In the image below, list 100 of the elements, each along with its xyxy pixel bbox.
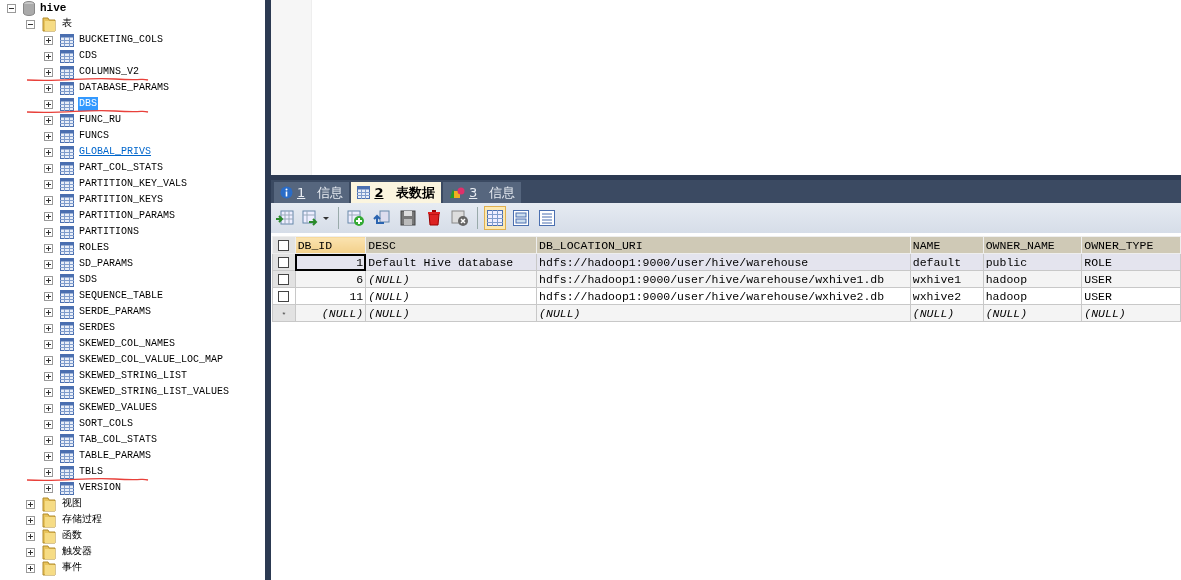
expand-icon[interactable] xyxy=(25,547,35,557)
table-icon xyxy=(60,161,74,175)
expand-icon[interactable] xyxy=(44,259,53,269)
expand-icon[interactable] xyxy=(44,179,53,189)
table-icon xyxy=(60,257,74,271)
folder-icon xyxy=(41,16,57,32)
expand-icon[interactable] xyxy=(25,499,35,509)
expand-icon[interactable] xyxy=(44,211,53,221)
expand-icon[interactable] xyxy=(44,275,53,285)
expand-icon[interactable] xyxy=(44,83,53,93)
tree-item[interactable]: FUNCS xyxy=(78,129,110,143)
expand-icon[interactable] xyxy=(44,35,53,45)
tree-item[interactable]: SDS xyxy=(78,273,98,287)
expand-icon[interactable] xyxy=(44,99,53,109)
tree-item[interactable]: DATABASE_PARAMS xyxy=(78,81,170,95)
expand-icon[interactable] xyxy=(25,563,35,573)
tree-item[interactable]: FUNC_RU xyxy=(78,113,122,127)
grid-icon xyxy=(486,209,504,227)
table-icon xyxy=(60,321,74,335)
column-header[interactable]: DESC xyxy=(365,236,537,254)
tree-item[interactable]: GLOBAL_PRIVS xyxy=(78,145,152,159)
table-icon xyxy=(60,145,74,159)
info-icon xyxy=(280,186,293,199)
expand-icon[interactable] xyxy=(44,403,53,413)
expand-icon[interactable] xyxy=(44,355,53,365)
row-checkbox[interactable] xyxy=(278,273,290,285)
column-header[interactable]: NAME xyxy=(910,236,984,254)
tree-item[interactable]: SKEWED_STRING_LIST xyxy=(78,369,189,383)
expand-icon[interactable] xyxy=(44,323,53,333)
tree-item[interactable]: PARTITIONS xyxy=(78,225,140,239)
tree-item[interactable]: CDS xyxy=(78,49,98,63)
expand-icon[interactable] xyxy=(44,131,53,141)
tree-item[interactable]: 事件 xyxy=(60,561,83,575)
tree-item[interactable]: SKEWED_VALUES xyxy=(78,401,158,415)
expand-icon[interactable] xyxy=(44,147,53,157)
table-icon xyxy=(60,305,74,319)
tree-item[interactable]: PART_COL_STATS xyxy=(78,161,164,175)
expand-icon[interactable] xyxy=(25,515,35,525)
tree-item[interactable]: TABLE_PARAMS xyxy=(78,449,152,463)
tree-item[interactable]: SKEWED_COL_NAMES xyxy=(78,337,176,351)
tree-item[interactable]: SERDES xyxy=(78,321,116,335)
tree-item[interactable]: SKEWED_STRING_LIST_VALUES xyxy=(78,385,231,399)
tree-item[interactable]: SKEWED_COL_VALUE_LOC_MAP xyxy=(78,353,225,367)
table-icon xyxy=(60,81,74,95)
tree-item[interactable]: 触发器 xyxy=(60,545,93,559)
expand-icon[interactable] xyxy=(44,387,53,397)
tree-item[interactable]: BUCKETING_COLS xyxy=(78,33,164,47)
select-all-checkbox[interactable] xyxy=(278,239,290,251)
collapse-icon[interactable] xyxy=(25,19,35,29)
expand-icon[interactable] xyxy=(44,195,53,205)
insert-row-icon xyxy=(276,209,294,227)
tree-item[interactable]: PARTITION_KEYS xyxy=(78,193,164,207)
tree-item[interactable]: TBLS xyxy=(78,465,104,479)
expand-icon[interactable] xyxy=(44,483,53,493)
row-checkbox[interactable] xyxy=(278,290,290,302)
column-header[interactable]: DB_LOCATION_URI xyxy=(536,236,911,254)
expand-icon[interactable] xyxy=(44,419,53,429)
column-header[interactable]: OWNER_TYPE xyxy=(1081,236,1181,254)
expand-icon[interactable] xyxy=(44,307,53,317)
expand-icon[interactable] xyxy=(44,371,53,381)
tree-item[interactable]: PARTITION_PARAMS xyxy=(78,209,176,223)
tree-item[interactable]: COLUMNS_V2 xyxy=(78,65,140,79)
expand-icon[interactable] xyxy=(44,467,53,477)
expand-icon[interactable] xyxy=(44,227,53,237)
result-tab[interactable]: 2 表数据 xyxy=(351,182,441,203)
tree-item[interactable]: SERDE_PARAMS xyxy=(78,305,152,319)
expand-icon[interactable] xyxy=(44,243,53,253)
column-header[interactable]: DB_ID xyxy=(295,236,366,254)
table-icon xyxy=(60,193,74,207)
folder-icon xyxy=(41,544,57,560)
tree-item[interactable]: SD_PARAMS xyxy=(78,257,134,271)
expand-icon[interactable] xyxy=(44,51,53,61)
expand-icon[interactable] xyxy=(44,291,53,301)
expand-icon[interactable] xyxy=(44,435,53,445)
tree-item[interactable]: ROLES xyxy=(78,241,110,255)
tree-item[interactable]: SORT_COLS xyxy=(78,417,134,431)
tree-item[interactable]: TAB_COL_STATS xyxy=(78,433,158,447)
tree-item[interactable]: 函数 xyxy=(60,529,83,543)
expand-icon[interactable] xyxy=(44,115,53,125)
tree-item[interactable]: 表 xyxy=(60,17,73,31)
column-header[interactable]: OWNER_NAME xyxy=(983,236,1082,254)
result-tab[interactable]: 3 信息 xyxy=(443,182,522,203)
result-tab[interactable]: 1 信息 xyxy=(274,182,350,203)
table-icon xyxy=(60,49,74,63)
expand-icon[interactable] xyxy=(44,339,53,349)
tree-item[interactable]: hive xyxy=(39,1,68,15)
collapse-icon[interactable] xyxy=(7,3,16,13)
tree-item[interactable]: PARTITION_KEY_VALS xyxy=(78,177,189,191)
table-icon xyxy=(60,385,74,399)
tree-item[interactable]: VERSION xyxy=(78,481,122,495)
expand-icon[interactable] xyxy=(25,531,35,541)
expand-icon[interactable] xyxy=(44,451,53,461)
row-checkbox[interactable] xyxy=(278,256,290,268)
tree-item[interactable]: 视图 xyxy=(60,497,83,511)
grid-view-button[interactable] xyxy=(484,206,506,230)
expand-icon[interactable] xyxy=(44,67,53,77)
expand-icon[interactable] xyxy=(44,163,53,173)
tree-item[interactable]: 存储过程 xyxy=(60,513,103,527)
shapes-icon xyxy=(449,186,465,199)
tree-item[interactable]: SEQUENCE_TABLE xyxy=(78,289,164,303)
